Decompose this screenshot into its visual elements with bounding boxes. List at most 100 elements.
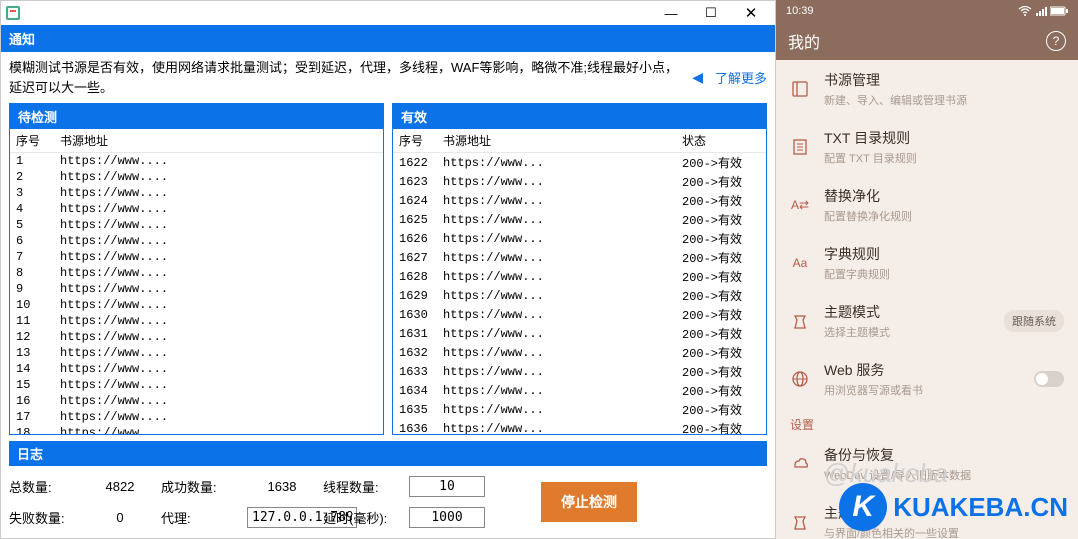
col-url[interactable]: 书源地址 bbox=[54, 129, 383, 153]
logo-overlay: K KUAKEBA.CN bbox=[839, 483, 1068, 531]
txt-icon bbox=[790, 137, 810, 157]
success-label: 成功数量: bbox=[161, 477, 241, 496]
badge: 跟随系统 bbox=[1004, 310, 1064, 332]
replace-icon: A⇄ bbox=[790, 195, 810, 215]
wifi-icon bbox=[1018, 6, 1032, 16]
delay-input[interactable] bbox=[409, 507, 485, 528]
menu-title: 备份与恢复 bbox=[824, 445, 1064, 465]
pending-table: 序号 书源地址 1https://www....2https://www....… bbox=[10, 129, 383, 434]
minimize-button[interactable]: — bbox=[651, 2, 691, 24]
table-row[interactable]: 1https://www.... bbox=[10, 153, 383, 170]
mobile-title: 我的 bbox=[788, 29, 820, 53]
table-row[interactable]: 5https://www.... bbox=[10, 217, 383, 233]
col-url[interactable]: 书源地址 bbox=[437, 129, 676, 153]
table-row[interactable]: 1623https://www...200->有效 bbox=[393, 172, 766, 191]
table-row[interactable]: 11https://www.... bbox=[10, 313, 383, 329]
table-row[interactable]: 1625https://www...200->有效 bbox=[393, 210, 766, 229]
notice-prev-icon[interactable]: ◀ bbox=[688, 69, 707, 86]
table-row[interactable]: 1627https://www...200->有效 bbox=[393, 248, 766, 267]
toggle[interactable] bbox=[1034, 371, 1064, 387]
theme2-icon bbox=[790, 512, 810, 532]
table-row[interactable]: 1628https://www...200->有效 bbox=[393, 267, 766, 286]
theme-icon bbox=[790, 311, 810, 331]
menu-sub: 配置 TXT 目录规则 bbox=[824, 150, 1064, 166]
table-row[interactable]: 1633https://www...200->有效 bbox=[393, 362, 766, 381]
table-row[interactable]: 13https://www.... bbox=[10, 345, 383, 361]
learn-more-link[interactable]: 了解更多 bbox=[715, 68, 767, 87]
menu-title: TXT 目录规则 bbox=[824, 128, 1064, 148]
threads-input[interactable] bbox=[409, 476, 485, 497]
menu-item[interactable]: TXT 目录规则 配置 TXT 目录规则 bbox=[776, 118, 1078, 176]
table-row[interactable]: 17https://www.... bbox=[10, 409, 383, 425]
valid-panel: 有效 序号 书源地址 状态 1622https://www...200->有效1… bbox=[392, 103, 767, 435]
notice-body: 模糊测试书源是否有效，使用网络请求批量测试；受到延迟，代理，多线程，WAF等影响… bbox=[1, 52, 775, 103]
menu-title: 主题模式 bbox=[824, 302, 990, 322]
threads-label: 线程数量: bbox=[323, 477, 403, 496]
log-header: 日志 bbox=[9, 441, 767, 466]
menu-item[interactable]: A⇄ 替换净化 配置替换净化规则 bbox=[776, 176, 1078, 234]
proxy-label: 代理: bbox=[161, 508, 241, 527]
valid-header: 有效 bbox=[393, 104, 766, 129]
table-row[interactable]: 10https://www.... bbox=[10, 297, 383, 313]
pending-body[interactable]: 序号 书源地址 1https://www....2https://www....… bbox=[10, 129, 383, 434]
table-row[interactable]: 12https://www.... bbox=[10, 329, 383, 345]
delay-label: 延时(毫秒): bbox=[323, 508, 403, 527]
table-row[interactable]: 1636https://www...200->有效 bbox=[393, 419, 766, 434]
valid-body[interactable]: 序号 书源地址 状态 1622https://www...200->有效1623… bbox=[393, 129, 766, 434]
table-row[interactable]: 3https://www.... bbox=[10, 185, 383, 201]
dict-icon: Aa bbox=[790, 253, 810, 273]
total-value: 4822 bbox=[85, 479, 155, 494]
menu-title: Web 服务 bbox=[824, 360, 1020, 380]
table-row[interactable]: 8https://www.... bbox=[10, 265, 383, 281]
app-icon bbox=[5, 5, 21, 21]
table-row[interactable]: 1629https://www...200->有效 bbox=[393, 286, 766, 305]
section-label: 设置 bbox=[776, 408, 1078, 435]
col-seq[interactable]: 序号 bbox=[393, 129, 437, 153]
web-icon bbox=[790, 369, 810, 389]
statusbar: 10:39 bbox=[776, 0, 1078, 22]
table-row[interactable]: 1630https://www...200->有效 bbox=[393, 305, 766, 324]
table-row[interactable]: 14https://www.... bbox=[10, 361, 383, 377]
table-row[interactable]: 1635https://www...200->有效 bbox=[393, 400, 766, 419]
menu-sub: 配置替换净化规则 bbox=[824, 208, 1064, 224]
stop-button[interactable]: 停止检测 bbox=[541, 482, 637, 522]
menu-title: 替换净化 bbox=[824, 186, 1064, 206]
valid-table: 序号 书源地址 状态 1622https://www...200->有效1623… bbox=[393, 129, 766, 434]
fail-value: 0 bbox=[85, 510, 155, 525]
menu-item[interactable]: 主题模式 选择主题模式跟随系统 bbox=[776, 292, 1078, 350]
table-row[interactable]: 18https://www.... bbox=[10, 425, 383, 434]
menu-item[interactable]: Web 服务 用浏览器写源或看书 bbox=[776, 350, 1078, 408]
table-row[interactable]: 1626https://www...200->有效 bbox=[393, 229, 766, 248]
menu-title: 书源管理 bbox=[824, 70, 1064, 90]
menu-item[interactable]: Aa 字典规则 配置字典规则 bbox=[776, 234, 1078, 292]
col-status[interactable]: 状态 bbox=[676, 129, 766, 153]
table-row[interactable]: 9https://www.... bbox=[10, 281, 383, 297]
success-value: 1638 bbox=[247, 479, 317, 494]
col-seq[interactable]: 序号 bbox=[10, 129, 54, 153]
menu-sub: 用浏览器写源或看书 bbox=[824, 382, 1020, 398]
table-row[interactable]: 4https://www.... bbox=[10, 201, 383, 217]
menu-sub: WebDav 设置/导入旧版本数据 bbox=[824, 467, 1064, 483]
notice-text: 模糊测试书源是否有效，使用网络请求批量测试；受到延迟，代理，多线程，WAF等影响… bbox=[9, 58, 680, 97]
table-row[interactable]: 6https://www.... bbox=[10, 233, 383, 249]
table-row[interactable]: 15https://www.... bbox=[10, 377, 383, 393]
menu-title: 字典规则 bbox=[824, 244, 1064, 264]
menu-item[interactable]: 书源管理 新建、导入、编辑或管理书源 bbox=[776, 60, 1078, 118]
logo-k-icon: K bbox=[839, 483, 887, 531]
table-row[interactable]: 1634https://www...200->有效 bbox=[393, 381, 766, 400]
pending-panel: 待检测 序号 书源地址 1https://www....2https://www… bbox=[9, 103, 384, 435]
titlebar: — ☐ ✕ bbox=[1, 1, 775, 25]
table-row[interactable]: 1624https://www...200->有效 bbox=[393, 191, 766, 210]
table-row[interactable]: 16https://www.... bbox=[10, 393, 383, 409]
help-icon[interactable]: ? bbox=[1046, 31, 1066, 51]
table-row[interactable]: 1632https://www...200->有效 bbox=[393, 343, 766, 362]
table-row[interactable]: 2https://www.... bbox=[10, 169, 383, 185]
maximize-button[interactable]: ☐ bbox=[691, 2, 731, 24]
close-button[interactable]: ✕ bbox=[731, 2, 771, 24]
battery-icon bbox=[1050, 6, 1068, 16]
table-row[interactable]: 7https://www.... bbox=[10, 249, 383, 265]
mobile-header: 我的 ? bbox=[776, 22, 1078, 60]
table-row[interactable]: 1622https://www...200->有效 bbox=[393, 153, 766, 173]
pending-header: 待检测 bbox=[10, 104, 383, 129]
table-row[interactable]: 1631https://www...200->有效 bbox=[393, 324, 766, 343]
